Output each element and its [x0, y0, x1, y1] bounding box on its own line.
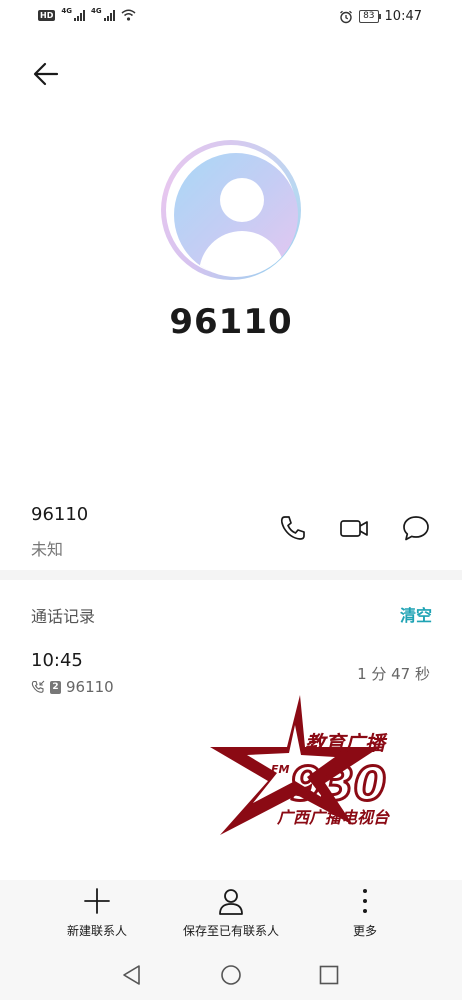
video-camera-icon[interactable] — [339, 513, 369, 543]
alarm-icon — [340, 10, 353, 23]
nav-recents-icon[interactable] — [317, 963, 341, 987]
status-right: 83 10:47 — [339, 9, 422, 24]
clear-button[interactable]: 清空 — [400, 602, 432, 626]
save-to-existing-button[interactable]: 保存至已有联系人 — [171, 886, 291, 946]
number-location: 未知 — [31, 540, 64, 559]
message-bubble-icon[interactable] — [401, 513, 431, 543]
signal-icon-2 — [103, 9, 115, 21]
battery-icon: 83 — [359, 10, 382, 23]
more-button[interactable]: 更多 — [335, 886, 395, 946]
call-duration: 1 分 47 秒 — [357, 665, 430, 683]
more-vertical-icon — [363, 889, 367, 913]
signal-icon — [73, 9, 85, 21]
call-time: 10:45 — [31, 650, 83, 671]
section-divider — [0, 570, 462, 580]
network-type-2: 4G — [90, 7, 102, 15]
status-bar: HD 4G 4G 83 10:47 — [0, 0, 462, 36]
call-details: 2 96110 — [31, 678, 114, 696]
system-nav-bar — [0, 950, 462, 1000]
nav-home-icon[interactable] — [219, 963, 243, 987]
call-log-title: 通话记录 — [31, 607, 96, 626]
plus-icon — [84, 888, 110, 914]
back-arrow-icon[interactable] — [30, 58, 62, 90]
phone-icon[interactable] — [278, 513, 308, 543]
status-left: HD 4G 4G — [38, 7, 136, 21]
nav-back-icon[interactable] — [120, 963, 144, 987]
watermark-text-2: FM — [271, 763, 290, 776]
sim-badge: 2 — [50, 680, 61, 694]
page-title: 96110 — [169, 302, 293, 342]
save-to-existing-label: 保存至已有联系人 — [182, 924, 279, 938]
phone-number: 96110 — [31, 504, 89, 525]
incoming-call-icon — [31, 680, 45, 693]
call-number: 96110 — [66, 678, 114, 696]
bottom-action-bar: 新建联系人 保存至已有联系人 更多 — [0, 880, 462, 950]
hd-badge: HD — [38, 9, 56, 21]
watermark-logo: 教育广播 FM 930 广西广播电视台 — [210, 695, 390, 835]
status-time: 10:47 — [384, 9, 422, 24]
new-contact-label: 新建联系人 — [66, 924, 127, 938]
wifi-icon — [121, 9, 136, 21]
network-type-1: 4G — [61, 7, 72, 15]
new-contact-button[interactable]: 新建联系人 — [57, 886, 137, 946]
watermark-text-4: 广西广播电视台 — [276, 808, 390, 827]
watermark-text-1: 教育广播 — [305, 731, 388, 755]
more-label: 更多 — [352, 924, 377, 938]
avatar — [161, 140, 301, 280]
person-icon — [219, 889, 243, 915]
watermark-text-3: 930 — [290, 757, 386, 811]
